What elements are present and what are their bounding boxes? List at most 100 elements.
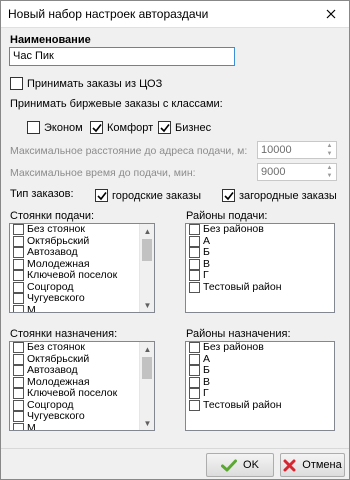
list-item-checkbox[interactable] — [13, 304, 24, 312]
max-time-spinner[interactable]: ▲ ▼ — [323, 164, 336, 180]
close-button[interactable] — [319, 3, 343, 25]
list-item-checkbox[interactable] — [189, 224, 200, 236]
list-item-checkbox[interactable] — [13, 293, 24, 305]
list-item-checkbox[interactable] — [13, 376, 24, 388]
dest-districts-list[interactable]: Без районов А Б В Г Тестовый район — [185, 341, 335, 431]
list-item-checkbox[interactable] — [13, 235, 24, 247]
scroll-down-icon[interactable]: ▼ — [140, 298, 154, 312]
accept-cos-checkbox[interactable] — [10, 77, 23, 90]
list-item[interactable]: Ключевой поселок — [10, 387, 154, 400]
checkmark-icon — [92, 124, 102, 133]
scroll-thumb[interactable] — [142, 357, 152, 379]
list-item-checkbox[interactable] — [189, 365, 200, 377]
list-item-checkbox[interactable] — [189, 399, 200, 411]
list-item-label: Без районов — [203, 341, 264, 353]
city-orders-checkbox[interactable] — [95, 189, 108, 202]
window-title: Новый набор настроек автораздачи — [8, 7, 209, 21]
list-item-checkbox[interactable] — [13, 399, 24, 411]
class-business-row[interactable]: Бизнес — [158, 121, 211, 134]
close-icon — [326, 9, 336, 19]
list-item-checkbox[interactable] — [13, 411, 24, 423]
scroll-thumb[interactable] — [142, 239, 152, 261]
cancel-button[interactable]: Отмена — [280, 453, 345, 477]
class-comfort-checkbox[interactable] — [90, 121, 103, 134]
list-item[interactable]: Г — [186, 269, 334, 282]
list-item[interactable]: Тестовый район — [186, 399, 334, 412]
list-item-checkbox[interactable] — [13, 224, 24, 236]
list-item[interactable]: Без стоянок — [10, 342, 154, 354]
class-comfort-row[interactable]: Комфорт — [90, 121, 153, 134]
list-item-checkbox[interactable] — [189, 247, 200, 259]
cross-icon — [283, 459, 296, 471]
spin-down-icon[interactable]: ▼ — [323, 172, 336, 180]
class-economy-row[interactable]: Эконом — [27, 121, 83, 134]
list-item-checkbox[interactable] — [13, 258, 24, 270]
list-item-label: Без районов — [203, 223, 264, 235]
scroll-up-icon[interactable]: ▲ — [140, 224, 154, 238]
list-item-checkbox[interactable] — [13, 270, 24, 282]
dest-stands-scrollbar[interactable]: ▲ ▼ — [139, 342, 154, 430]
checkmark-icon — [97, 192, 107, 201]
list-item[interactable]: Автозавод — [10, 246, 154, 259]
dest-stands-label: Стоянки назначения: — [10, 328, 118, 340]
list-item[interactable]: Чугуевского — [10, 292, 154, 305]
pickup-stands-scrollbar[interactable]: ▲ ▼ — [139, 224, 154, 312]
pickup-districts-list[interactable]: Без районов А Б В Г Тестовый район — [185, 223, 335, 313]
list-item[interactable]: М — [10, 303, 154, 313]
class-business-label: Бизнес — [175, 121, 212, 134]
accept-cos-row[interactable]: Принимать заказы из ЦОЗ — [10, 77, 162, 90]
scroll-down-icon[interactable]: ▼ — [140, 416, 154, 430]
list-item[interactable]: Б — [186, 364, 334, 377]
list-item-label: Г — [203, 387, 209, 399]
city-orders-label: городские заказы — [112, 189, 202, 202]
max-time-input[interactable]: 9000 ▲ ▼ — [257, 163, 337, 181]
list-item[interactable]: М — [10, 421, 154, 431]
list-item-checkbox[interactable] — [13, 247, 24, 259]
suburban-orders-checkbox[interactable] — [222, 189, 235, 202]
pickup-stands-list[interactable]: Без стоянок Октябрьский Автозавод Молодежна… — [9, 223, 155, 313]
list-item-checkbox[interactable] — [13, 281, 24, 293]
name-label: Наименование — [10, 34, 91, 46]
exchange-label: Принимать биржевые заказы с классами: — [10, 98, 223, 110]
list-item-checkbox[interactable] — [13, 422, 24, 430]
list-item-label: М — [27, 421, 36, 431]
dest-stands-list[interactable]: Без стоянок Октябрьский Автозавод Молодежна… — [9, 341, 155, 431]
list-item-checkbox[interactable] — [13, 365, 24, 377]
list-item-checkbox[interactable] — [189, 376, 200, 388]
list-item-checkbox[interactable] — [13, 353, 24, 365]
list-item[interactable]: Г — [186, 387, 334, 400]
list-item-checkbox[interactable] — [189, 235, 200, 247]
list-item[interactable]: Автозавод — [10, 364, 154, 377]
list-item[interactable]: Тестовый район — [186, 281, 334, 294]
ok-button[interactable]: OK — [206, 453, 274, 477]
pickup-districts-label: Районы подачи: — [186, 210, 268, 222]
list-item-checkbox[interactable] — [189, 353, 200, 365]
list-item-checkbox[interactable] — [189, 270, 200, 282]
max-distance-spinner[interactable]: ▲ ▼ — [323, 142, 336, 158]
list-item-checkbox[interactable] — [13, 388, 24, 400]
suburban-orders-row[interactable]: загородные заказы — [222, 189, 337, 202]
list-item-label: Ключевой поселок — [27, 387, 118, 399]
list-item-checkbox[interactable] — [189, 281, 200, 293]
class-business-checkbox[interactable] — [158, 121, 171, 134]
scroll-up-icon[interactable]: ▲ — [140, 342, 154, 356]
ok-label: OK — [243, 459, 259, 471]
list-item-checkbox[interactable] — [189, 342, 200, 354]
list-item[interactable]: Ключевой поселок — [10, 269, 154, 282]
list-item-checkbox[interactable] — [189, 388, 200, 400]
list-item[interactable]: Без районов — [186, 342, 334, 354]
class-economy-checkbox[interactable] — [27, 121, 40, 134]
list-item-checkbox[interactable] — [13, 342, 24, 354]
spin-down-icon[interactable]: ▼ — [323, 150, 336, 158]
list-item[interactable]: Без районов — [186, 224, 334, 236]
list-item[interactable]: Б — [186, 246, 334, 259]
city-orders-row[interactable]: городские заказы — [95, 189, 201, 202]
list-item-checkbox[interactable] — [189, 258, 200, 270]
list-item-label: Г — [203, 269, 209, 281]
max-distance-input[interactable]: 10000 ▲ ▼ — [257, 141, 337, 159]
accept-cos-label: Принимать заказы из ЦОЗ — [27, 77, 163, 90]
name-input[interactable]: Час Пик — [9, 47, 235, 66]
list-item[interactable]: Чугуевского — [10, 410, 154, 423]
list-item[interactable]: Без стоянок — [10, 224, 154, 236]
list-item-label: М — [27, 303, 36, 313]
